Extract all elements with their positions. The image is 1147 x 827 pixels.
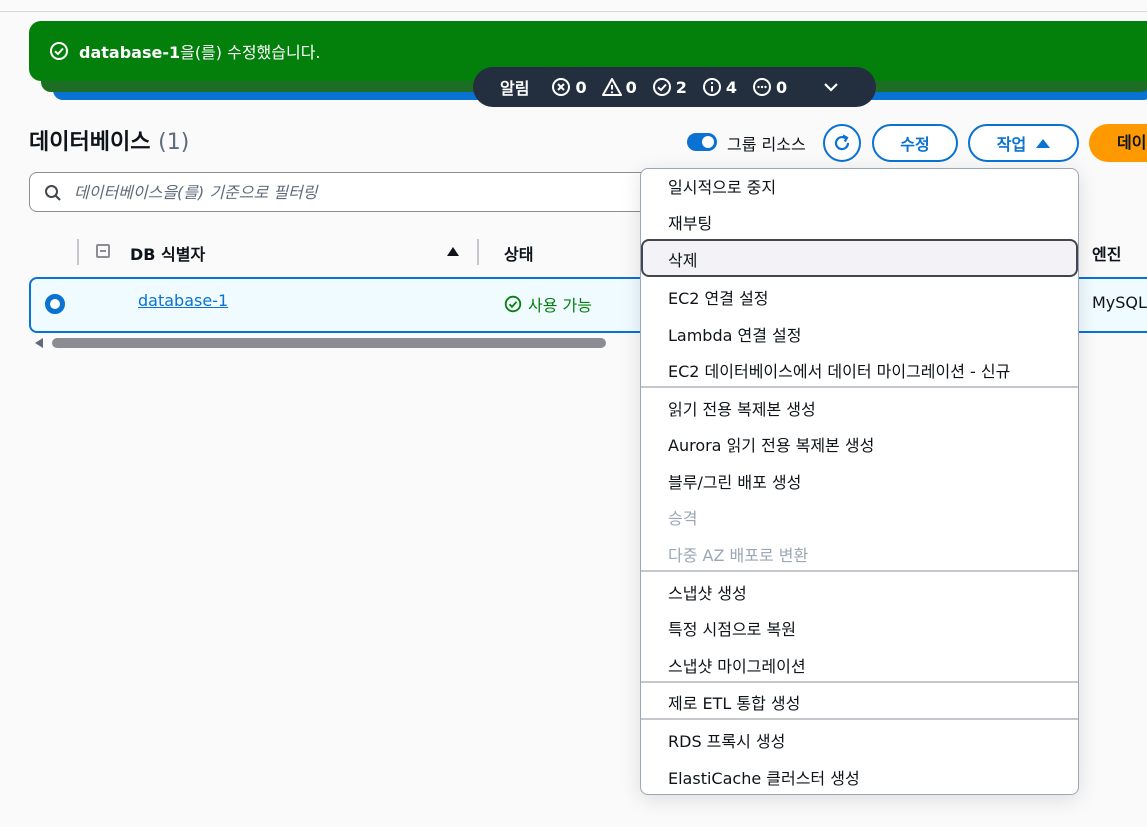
menu-item-create-read-replica[interactable]: 읽기 전용 복제본 생성 xyxy=(668,396,816,420)
menu-divider xyxy=(641,718,1078,720)
menu-divider xyxy=(641,681,1078,683)
status-text: 사용 가능 xyxy=(528,296,592,315)
notification-bar-label: 알림 xyxy=(500,79,530,98)
status-success-icon xyxy=(504,295,522,313)
horizontal-scrollbar[interactable] xyxy=(52,338,606,348)
menu-item-reboot[interactable]: 재부팅 xyxy=(668,210,712,234)
menu-item-create-aurora-replica[interactable]: Aurora 읽기 전용 복제본 생성 xyxy=(668,432,874,456)
column-divider[interactable] xyxy=(477,239,479,265)
menu-item-blue-green[interactable]: 블루/그린 배포 생성 xyxy=(668,469,801,493)
in-progress-count-value: 0 xyxy=(776,77,788,97)
success-icon xyxy=(50,42,68,60)
menu-item-take-snapshot[interactable]: 스냅샷 생성 xyxy=(668,580,747,604)
warning-icon xyxy=(601,78,622,96)
page-title-text: 데이터베이스 xyxy=(29,130,151,155)
in-progress-count[interactable]: 0 xyxy=(752,77,787,97)
menu-item-ec2-migration[interactable]: EC2 데이터베이스에서 데이터 마이그레이션 - 신규 xyxy=(668,358,1010,382)
chevron-down-icon[interactable] xyxy=(822,78,840,96)
menu-divider xyxy=(641,570,1078,572)
column-header-db-identifier[interactable]: DB 식별자 xyxy=(130,241,205,265)
actions-dropdown-menu: 일시적으로 중지 재부팅 삭제 EC2 연결 설정 Lambda 연결 설정 E… xyxy=(640,168,1079,795)
success-icon xyxy=(652,78,671,96)
filter-search-box xyxy=(29,172,669,212)
row-select-radio[interactable] xyxy=(45,294,65,314)
caret-up-icon xyxy=(1036,138,1051,148)
warning-count[interactable]: 0 xyxy=(601,77,637,97)
menu-item-lambda-connection[interactable]: Lambda 연결 설정 xyxy=(668,322,801,346)
menu-item-stop-temporarily[interactable]: 일시적으로 중지 xyxy=(668,174,776,198)
menu-item-rds-proxy[interactable]: RDS 프록시 생성 xyxy=(668,728,785,752)
menu-item-ec2-connection[interactable]: EC2 연결 설정 xyxy=(668,285,769,309)
engine-cell: MySQL xyxy=(1092,293,1147,312)
search-input[interactable] xyxy=(74,173,634,211)
error-icon xyxy=(552,78,571,96)
menu-item-highlight xyxy=(641,239,1078,277)
refresh-icon xyxy=(834,134,850,151)
info-count-value: 4 xyxy=(725,77,738,97)
edit-button[interactable]: 수정 xyxy=(872,124,958,162)
create-database-button[interactable]: 데이 xyxy=(1089,124,1147,162)
search-icon xyxy=(45,185,61,201)
top-divider xyxy=(0,11,1147,12)
flash-message: database-1을(를) 수정했습니다. xyxy=(79,39,321,63)
menu-item-promote: 승격 xyxy=(668,509,698,528)
menu-item-zero-etl[interactable]: 제로 ETL 통합 생성 xyxy=(668,690,800,714)
column-header-status[interactable]: 상태 xyxy=(504,241,533,265)
resource-count: (1) xyxy=(158,130,190,155)
scroll-left-icon[interactable] xyxy=(35,338,43,348)
error-count[interactable]: 0 xyxy=(551,77,587,97)
toggle-knob xyxy=(702,136,714,148)
menu-item-migrate-snapshot[interactable]: 스냅샷 마이그레이션 xyxy=(668,653,806,677)
group-resources-toggle[interactable] xyxy=(687,133,717,151)
column-header-engine[interactable]: 엔진 xyxy=(1092,241,1121,265)
info-icon xyxy=(702,78,721,96)
menu-item-convert-multi-az: 다중 AZ 배포로 변환 xyxy=(668,546,809,565)
actions-button-label: 작업 xyxy=(996,135,1027,154)
menu-item-restore-point-in-time[interactable]: 특정 시점으로 복원 xyxy=(668,616,796,640)
menu-divider xyxy=(641,386,1078,388)
error-count-value: 0 xyxy=(575,77,587,97)
status-badge: 사용 가능 xyxy=(504,292,592,316)
menu-item-delete[interactable]: 삭제 xyxy=(668,247,697,271)
notification-bar[interactable]: 알림 0 0 2 4 0 xyxy=(473,67,876,107)
menu-item-elasticache[interactable]: ElastiCache 클러스터 생성 xyxy=(668,765,860,789)
column-divider xyxy=(77,239,79,265)
in-progress-icon xyxy=(753,78,772,96)
actions-button[interactable]: 작업 xyxy=(968,124,1079,162)
flash-resource-name: database-1 xyxy=(79,43,181,62)
info-count[interactable]: 4 xyxy=(702,77,737,97)
refresh-button[interactable] xyxy=(823,124,861,162)
group-resources-label: 그룹 리소스 xyxy=(727,135,806,154)
sort-ascending-icon[interactable] xyxy=(447,247,459,256)
success-count-value: 2 xyxy=(675,77,687,97)
success-count[interactable]: 2 xyxy=(652,77,687,97)
db-identifier-link[interactable]: database-1 xyxy=(138,291,228,310)
warning-count-value: 0 xyxy=(625,77,637,97)
select-all-checkbox[interactable] xyxy=(96,244,110,258)
flash-message-text: 을(를) 수정했습니다. xyxy=(180,43,321,62)
page-title: 데이터베이스 (1) xyxy=(29,124,189,156)
